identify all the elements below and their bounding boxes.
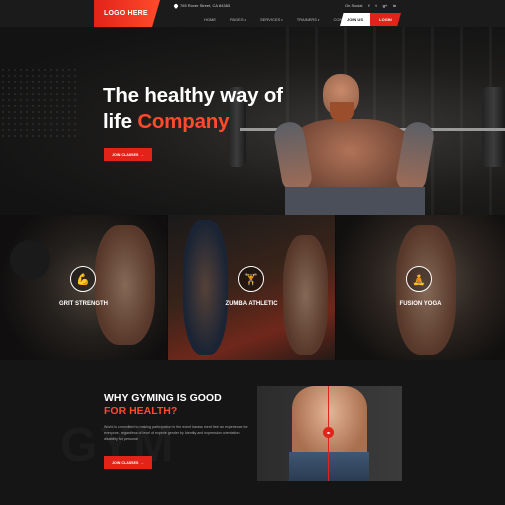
class-card-grit-strength[interactable]: 💪 GRIT STRENGTH	[0, 215, 168, 360]
card-label: FUSION YOGA	[399, 301, 442, 307]
strength-icon: 💪	[70, 266, 96, 292]
nav-trainers-label: TRAINERS	[296, 17, 317, 22]
chevron-down-icon: ▾	[317, 17, 320, 22]
before-after-photo: ◂▸	[257, 386, 402, 481]
main-nav: HOME PAGES▾ SERVICES▾ TRAINERS▾ CONTACT	[204, 17, 352, 22]
hero-title-life: life	[103, 110, 138, 133]
hero-title-line1: The healthy way of	[103, 84, 283, 107]
torso-figure	[292, 386, 367, 461]
hero-title-company: Company	[137, 110, 230, 133]
instagram-icon[interactable]: in	[393, 3, 396, 8]
lifter-shorts	[285, 187, 425, 215]
nav-pages[interactable]: PAGES ▾	[230, 17, 246, 22]
about-paragraph: World is committed to making participati…	[104, 425, 248, 441]
hero-join-classes-button[interactable]: JOIN CLASSES →	[104, 148, 152, 161]
chevron-down-icon: ▾	[244, 17, 247, 22]
hero-title-line2: life Company	[103, 109, 283, 135]
dumbbell-icon: 🏋	[238, 266, 264, 292]
nav-trainers[interactable]: TRAINERS ▾	[297, 17, 320, 22]
class-cards: 💪 GRIT STRENGTH 🏋 ZUMBA ATHLETIC 🧘 FUSIO…	[0, 215, 505, 360]
about-button-label: JOIN CLASSES	[112, 460, 139, 465]
google-plus-icon[interactable]: g+	[383, 3, 388, 8]
class-card-fusion-yoga[interactable]: 🧘 FUSION YOGA	[336, 215, 505, 360]
logo[interactable]: LOGO HERE	[94, 0, 160, 27]
arrow-right-icon: →	[140, 152, 144, 157]
nav-pages-label: PAGES	[230, 17, 244, 22]
about-title-line2: FOR HEALTH?	[104, 405, 178, 417]
yoga-icon: 🧘	[406, 266, 432, 292]
lifter-beard	[330, 102, 354, 122]
social-links: On Social f t g+ in	[345, 3, 396, 8]
hero-button-label: JOIN CLASSES	[112, 152, 139, 157]
location-pin-icon	[173, 2, 179, 9]
join-us-button[interactable]: JOIN US	[340, 13, 370, 26]
social-label: On Social	[345, 3, 363, 8]
top-bar	[0, 0, 505, 27]
jeans	[289, 452, 369, 481]
address: 765 Rover Street, CA 84383	[173, 2, 231, 9]
compare-slider-handle-icon[interactable]: ◂▸	[323, 427, 334, 438]
card-label: ZUMBA ATHLETIC	[225, 301, 278, 307]
about-join-classes-button[interactable]: JOIN CLASSES →	[104, 456, 152, 469]
dot-pattern	[0, 67, 80, 137]
class-card-zumba-athletic[interactable]: 🏋 ZUMBA ATHLETIC	[168, 215, 336, 360]
card-label: GRIT STRENGTH	[59, 301, 108, 307]
address-text: 765 Rover Street, CA 84383	[180, 3, 231, 8]
nav-services-label: SERVICES	[260, 17, 281, 22]
hero-title: The healthy way of life Company	[103, 83, 283, 135]
arrow-right-icon: →	[140, 460, 144, 465]
nav-services[interactable]: SERVICES ▾	[260, 17, 283, 22]
login-button[interactable]: LOGIN	[370, 13, 401, 26]
facebook-icon[interactable]: f	[368, 3, 369, 8]
chevron-down-icon: ▾	[281, 17, 283, 22]
nav-home[interactable]: HOME	[204, 17, 216, 22]
weight-plate-right	[482, 87, 505, 167]
about-title-line1: WHY GYMING IS GOOD	[104, 392, 222, 404]
twitter-icon[interactable]: t	[375, 3, 376, 8]
